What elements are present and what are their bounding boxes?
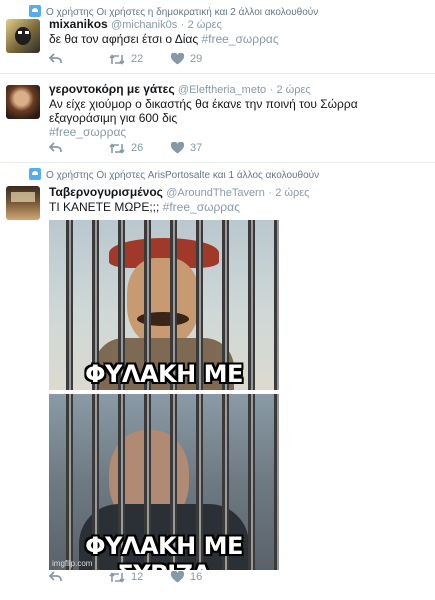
tweet-header: Ταβερνογυρισμένος @AroundTheTavern · 2 ώ… bbox=[49, 185, 309, 199]
tweet-body: Αν είχε χιούμορ ο δικαστής θα έκανε την … bbox=[49, 97, 358, 125]
reply-button[interactable] bbox=[49, 53, 62, 64]
heart-icon bbox=[171, 571, 184, 583]
reply-button[interactable] bbox=[49, 142, 62, 153]
retweet-count: 26 bbox=[131, 142, 144, 154]
like-count: 37 bbox=[190, 142, 203, 154]
image-panel-top: ΦΥΛΑΚΗ ΜΕ ΟΘΩΝΑ bbox=[49, 220, 279, 390]
tweet-text: Αν είχε χιούμορ ο δικαστής θα έκανε την … bbox=[49, 97, 424, 139]
retweet-icon bbox=[109, 571, 125, 583]
like-button[interactable]: 29 bbox=[171, 53, 202, 65]
retweet-button[interactable]: 12 bbox=[109, 571, 143, 583]
display-name[interactable]: mixanikos bbox=[49, 17, 108, 31]
separator: · bbox=[269, 84, 274, 96]
tweet[interactable]: γεροντοκόρη με γάτες @Eleftheria_meto · … bbox=[0, 74, 435, 163]
tweet[interactable]: Ο χρήστης Οι χρήστες ArisPortosalte και … bbox=[0, 163, 435, 600]
reply-button[interactable] bbox=[49, 571, 62, 582]
reply-icon bbox=[49, 571, 62, 581]
user-follow-icon bbox=[29, 168, 41, 180]
username[interactable]: @michanik0s bbox=[111, 19, 177, 31]
hashtag-link[interactable]: #free_σωρρας bbox=[163, 200, 240, 214]
like-button[interactable]: 37 bbox=[171, 142, 202, 154]
heart-icon bbox=[171, 142, 184, 154]
reply-icon bbox=[49, 53, 62, 63]
retweet-icon bbox=[109, 142, 125, 154]
separator: · bbox=[268, 187, 272, 199]
tweet-header: mixanikos @michanik0s · 2 ώρες bbox=[49, 17, 222, 31]
retweet-count: 12 bbox=[131, 571, 144, 583]
tweet-text: δε θα τον αφήσει έτσι ο Δίας #free_σωρρα… bbox=[49, 32, 424, 46]
retweet-button[interactable]: 26 bbox=[109, 142, 143, 154]
avatar[interactable] bbox=[6, 19, 40, 53]
meme-caption-top: ΦΥΛΑΚΗ ΜΕ ΟΘΩΝΑ bbox=[85, 360, 243, 390]
heart-icon bbox=[171, 53, 184, 65]
social-context: Ο χρήστης Οι χρήστες ArisPortosalte και … bbox=[29, 168, 319, 181]
tweet-body: ΤΙ ΚΑΝΕΤΕ ΜΩΡΕ;;; bbox=[49, 200, 160, 214]
like-count: 16 bbox=[190, 571, 203, 583]
avatar[interactable] bbox=[6, 186, 40, 220]
timestamp[interactable]: 2 ώρες bbox=[275, 187, 309, 199]
display-name[interactable]: Ταβερνογυρισμένος bbox=[49, 185, 163, 199]
username[interactable]: @Eleftheria_meto bbox=[178, 84, 266, 96]
username[interactable]: @AroundTheTavern bbox=[166, 187, 265, 199]
avatar[interactable] bbox=[6, 85, 40, 119]
tweet-text: ΤΙ ΚΑΝΕΤΕ ΜΩΡΕ;;; #free_σωρρας bbox=[49, 200, 424, 214]
retweet-icon bbox=[109, 53, 125, 65]
hashtag-link[interactable]: #free_σωρρας bbox=[201, 32, 278, 46]
display-name[interactable]: γεροντοκόρη με γάτες bbox=[49, 82, 175, 96]
retweet-count: 22 bbox=[131, 53, 144, 65]
tweet-image[interactable]: ΦΥΛΑΚΗ ΜΕ ΟΘΩΝΑ ΦΥΛΑΚΗ ΜΕ ΣΥΡΙΖΑ imgflip… bbox=[49, 220, 279, 570]
tweet[interactable]: Ο χρήστης Οι χρήστες η δημοκρατική και 2… bbox=[0, 0, 435, 74]
tweet-body: δε θα τον αφήσει έτσι ο Δίας bbox=[49, 32, 199, 46]
separator: · bbox=[180, 19, 185, 31]
user-follow-icon bbox=[29, 5, 41, 17]
like-button[interactable]: 16 bbox=[171, 571, 202, 583]
timestamp[interactable]: 2 ώρες bbox=[277, 84, 311, 96]
image-watermark: imgflip.com bbox=[52, 559, 93, 568]
like-count: 29 bbox=[190, 53, 203, 65]
tweet-header: γεροντοκόρη με γάτες @Eleftheria_meto · … bbox=[49, 82, 311, 96]
timestamp[interactable]: 2 ώρες bbox=[188, 19, 222, 31]
retweet-button[interactable]: 22 bbox=[109, 53, 143, 65]
image-panel-bottom: ΦΥΛΑΚΗ ΜΕ ΣΥΡΙΖΑ imgflip.com bbox=[49, 394, 279, 570]
hashtag-link[interactable]: #free_σωρρας bbox=[49, 125, 126, 139]
reply-icon bbox=[49, 142, 62, 152]
